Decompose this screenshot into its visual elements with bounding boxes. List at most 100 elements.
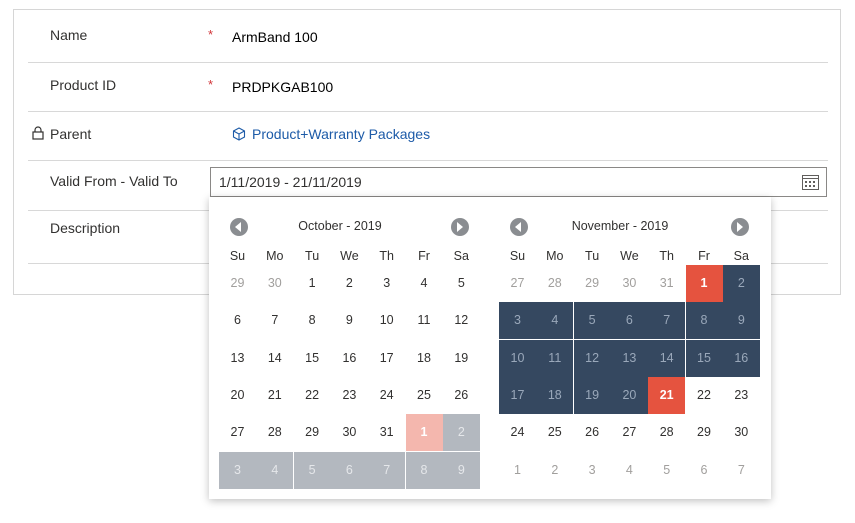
day-cell[interactable]: 16 <box>331 340 368 377</box>
day-cell[interactable]: 12 <box>573 339 611 377</box>
weekday-label: Sa <box>453 249 469 263</box>
weekday-label: We <box>340 249 359 263</box>
day-cell[interactable]: 29 <box>294 414 331 451</box>
day-cell[interactable]: 5 <box>443 265 480 302</box>
day-cell[interactable]: 8 <box>685 302 723 340</box>
day-cell[interactable]: 26 <box>574 414 611 451</box>
day-cell[interactable]: 13 <box>610 339 648 377</box>
day-cell[interactable]: 11 <box>406 302 443 339</box>
day-cell[interactable]: 19 <box>443 340 480 377</box>
day-cell[interactable]: 14 <box>256 340 293 377</box>
name-label: Name <box>50 27 88 43</box>
day-cell[interactable]: 9 <box>442 451 480 489</box>
calendar-icon[interactable] <box>802 174 819 190</box>
day-cell[interactable]: 18 <box>536 376 574 414</box>
day-cell[interactable]: 29 <box>686 414 723 451</box>
day-cell[interactable]: 20 <box>219 377 256 414</box>
day-cell[interactable]: 7 <box>256 302 293 339</box>
day-cell[interactable]: 7 <box>368 451 406 489</box>
day-cell[interactable]: 1 <box>294 265 331 302</box>
day-cell[interactable]: 14 <box>648 339 686 377</box>
next-month-button[interactable] <box>451 218 469 236</box>
day-cell[interactable]: 10 <box>499 339 536 377</box>
day-cell[interactable]: 21 <box>256 377 293 414</box>
day-cell[interactable]: 28 <box>256 414 293 451</box>
weekday-label: Mo <box>266 249 284 263</box>
day-cell[interactable]: 6 <box>686 452 723 489</box>
date-range-input[interactable]: 1/11/2019 - 21/11/2019 <box>210 167 827 197</box>
day-cell[interactable]: 5 <box>648 452 685 489</box>
day-cell[interactable]: 27 <box>499 265 536 302</box>
day-cell[interactable]: 3 <box>219 451 256 489</box>
day-cell[interactable]: 21 <box>648 376 686 414</box>
day-cell[interactable]: 7 <box>723 452 760 489</box>
day-cell[interactable]: 10 <box>368 302 405 339</box>
day-cell[interactable]: 26 <box>443 377 480 414</box>
day-cell[interactable]: 3 <box>499 302 536 340</box>
day-cell[interactable]: 30 <box>611 265 648 302</box>
day-cell[interactable]: 9 <box>722 302 760 340</box>
weekday-label: Su <box>229 249 246 263</box>
day-cell[interactable]: 23 <box>331 377 368 414</box>
day-cell[interactable]: 2 <box>331 265 368 302</box>
day-cell[interactable]: 15 <box>685 339 723 377</box>
next-month-button[interactable] <box>731 218 749 236</box>
day-cell[interactable]: 5 <box>293 451 331 489</box>
day-cell[interactable]: 3 <box>368 265 405 302</box>
day-cell[interactable]: 30 <box>256 265 293 302</box>
day-cell[interactable]: 12 <box>443 302 480 339</box>
day-cell[interactable]: 2 <box>722 265 760 302</box>
day-cell[interactable]: 1 <box>499 452 536 489</box>
day-cell[interactable]: 18 <box>406 340 443 377</box>
day-cell[interactable]: 6 <box>330 451 368 489</box>
day-cell[interactable]: 22 <box>686 377 723 414</box>
day-cell[interactable]: 24 <box>499 414 536 451</box>
day-cell[interactable]: 8 <box>405 451 443 489</box>
day-cell[interactable]: 27 <box>219 414 256 451</box>
day-cell[interactable]: 29 <box>574 265 611 302</box>
day-cell[interactable]: 9 <box>331 302 368 339</box>
day-cell[interactable]: 4 <box>406 265 443 302</box>
day-cell[interactable]: 2 <box>536 452 573 489</box>
day-cell[interactable]: 6 <box>219 302 256 339</box>
day-cell[interactable]: 4 <box>256 451 294 489</box>
day-cell[interactable]: 4 <box>611 452 648 489</box>
day-cell[interactable]: 5 <box>573 302 611 340</box>
valid-dates-label: Valid From - Valid To <box>50 173 178 189</box>
day-cell[interactable]: 16 <box>722 339 760 377</box>
name-value[interactable]: ArmBand 100 <box>232 29 318 45</box>
day-cell[interactable]: 31 <box>648 265 685 302</box>
product-id-value[interactable]: PRDPKGAB100 <box>232 79 333 95</box>
day-cell[interactable]: 19 <box>573 376 611 414</box>
day-cell[interactable]: 17 <box>499 376 536 414</box>
day-cell[interactable]: 30 <box>723 414 760 451</box>
parent-link[interactable]: Product+Warranty Packages <box>232 126 430 142</box>
day-cell[interactable]: 11 <box>536 339 574 377</box>
day-cell[interactable]: 30 <box>331 414 368 451</box>
day-cell[interactable]: 25 <box>406 377 443 414</box>
day-cell[interactable]: 27 <box>611 414 648 451</box>
day-cell[interactable]: 4 <box>536 302 574 340</box>
product-id-label: Product ID <box>50 77 117 93</box>
day-cell[interactable]: 6 <box>610 302 648 340</box>
day-cell[interactable]: 1 <box>685 265 723 302</box>
day-cell[interactable]: 3 <box>574 452 611 489</box>
day-cell[interactable]: 25 <box>536 414 573 451</box>
day-cell[interactable]: 17 <box>368 340 405 377</box>
day-cell[interactable]: 24 <box>368 377 405 414</box>
weekday-label: Th <box>659 249 674 263</box>
day-cell[interactable]: 13 <box>219 340 256 377</box>
day-cell[interactable]: 22 <box>294 377 331 414</box>
day-cell[interactable]: 7 <box>648 302 686 340</box>
day-cell[interactable]: 15 <box>294 340 331 377</box>
day-cell[interactable]: 1 <box>405 414 443 452</box>
day-cell[interactable]: 31 <box>368 414 405 451</box>
parent-row: Parent Product+Warranty Packages <box>28 111 828 161</box>
day-cell[interactable]: 20 <box>610 376 648 414</box>
day-cell[interactable]: 2 <box>442 414 480 452</box>
day-cell[interactable]: 28 <box>536 265 573 302</box>
day-cell[interactable]: 23 <box>723 377 760 414</box>
day-cell[interactable]: 28 <box>648 414 685 451</box>
day-cell[interactable]: 8 <box>294 302 331 339</box>
day-cell[interactable]: 29 <box>219 265 256 302</box>
